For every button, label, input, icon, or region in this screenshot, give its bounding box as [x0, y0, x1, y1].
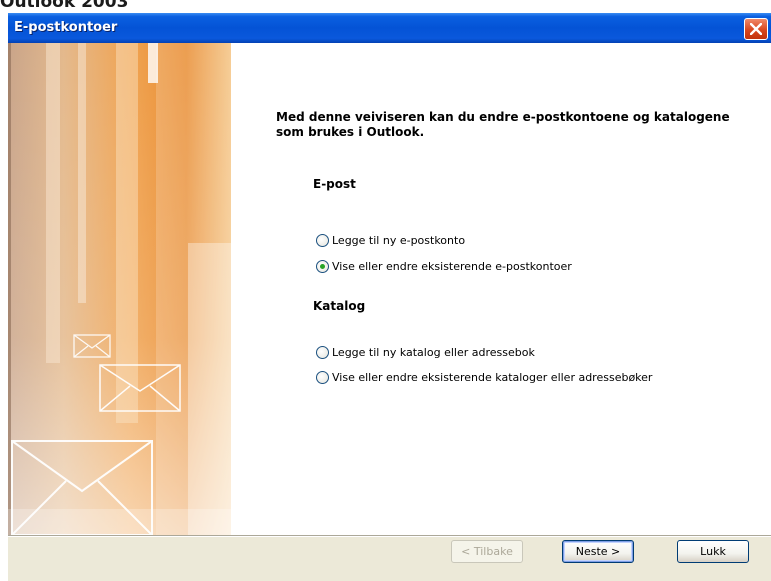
- close-button[interactable]: Lukk: [677, 540, 749, 563]
- radio-option-view-directories[interactable]: Vise eller endre eksisterende kataloger …: [316, 368, 652, 386]
- radio-label-add-email-account: Legge til ny e-postkonto: [332, 233, 466, 247]
- radio-button-add-email-account[interactable]: [316, 233, 329, 247]
- radio-option-view-email-accounts[interactable]: Vise eller endre eksisterende e-postkont…: [316, 257, 572, 275]
- back-button[interactable]: < Tilbake: [451, 540, 523, 563]
- wizard-window: E-postkontoer Med denne veiviseren kan d…: [8, 13, 771, 581]
- radio-label-view-directories: Vise eller endre eksisterende kataloger …: [332, 370, 653, 384]
- wizard-intro-text: Med denne veiviseren kan du endre e-post…: [276, 110, 730, 139]
- title-bar[interactable]: E-postkontoer: [8, 13, 771, 43]
- button-bar-separator: [8, 535, 771, 537]
- radio-label-view-email-accounts: Vise eller endre eksisterende e-postkont…: [332, 259, 572, 273]
- radio-option-add-email-account[interactable]: Legge til ny e-postkonto: [316, 231, 465, 249]
- radio-button-view-directories[interactable]: [316, 370, 329, 384]
- screenshot-caption: Outlook 2003: [0, 0, 129, 12]
- window-title: E-postkontoer: [14, 20, 118, 35]
- wizard-content: Med denne veiviseren kan du endre e-post…: [231, 43, 771, 535]
- section-heading-e-post: E-post: [313, 177, 356, 191]
- section-heading-katalog: Katalog: [313, 299, 366, 313]
- radio-option-add-directory[interactable]: Legge til ny katalog eller adressebok: [316, 343, 535, 361]
- radio-button-add-directory[interactable]: [316, 345, 329, 359]
- radio-label-add-directory: Legge til ny katalog eller adressebok: [332, 345, 535, 359]
- wizard-banner-image: [8, 43, 231, 535]
- radio-button-view-email-accounts[interactable]: [316, 259, 329, 273]
- close-icon: [750, 23, 762, 35]
- close-window-button[interactable]: [744, 18, 768, 40]
- next-button[interactable]: Neste >: [562, 540, 634, 563]
